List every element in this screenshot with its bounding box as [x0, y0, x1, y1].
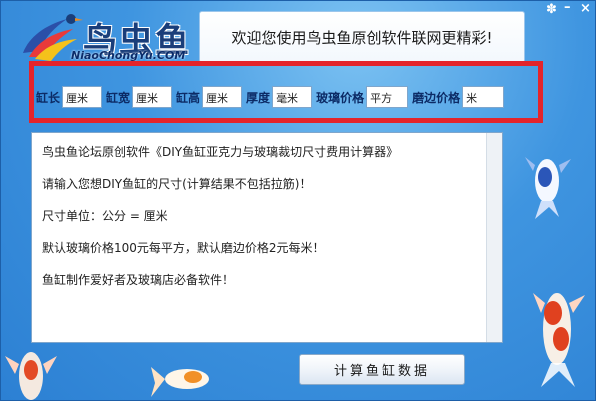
calculate-button[interactable]: 计算鱼缸数据 — [299, 354, 465, 385]
close-icon[interactable]: × — [580, 1, 591, 16]
blue-koi-fish-image — [525, 157, 571, 219]
edging-price-input[interactable]: 米 — [462, 86, 505, 108]
thickness-input[interactable]: 毫米 — [272, 86, 313, 108]
tank-width-input[interactable]: 厘米 — [132, 86, 173, 108]
glass-price-label: 玻璃价格 — [316, 90, 365, 105]
red-koi-fish-image — [533, 293, 585, 387]
info-line: 鸟虫鱼论坛原创软件《DIY鱼缸亚克力与玻璃裁切尺寸费用计算器》 — [42, 145, 399, 159]
tank-length-label: 缸长 — [36, 90, 61, 105]
scrollbar[interactable] — [486, 133, 502, 342]
thickness-label: 厚度 — [246, 90, 271, 105]
welcome-banner: 欢迎您使用鸟虫鱼原创软件联网更精彩! — [199, 11, 525, 63]
app-logo: 鸟虫鱼 NiaoChongYu.COM — [15, 7, 195, 65]
tank-height-input[interactable]: 厘米 — [202, 86, 243, 108]
minimize-icon[interactable]: – — [564, 0, 571, 15]
dimension-input-bar: 缸长 厘米 缸宽 厘米 缸高 厘米 厚度 毫米 玻璃价格 平方 磨边价格 米 — [29, 61, 543, 123]
tank-height-label: 缸高 — [176, 90, 201, 105]
info-textarea[interactable]: 鸟虫鱼论坛原创软件《DIY鱼缸亚克力与玻璃裁切尺寸费用计算器》 请输入您想DIY… — [31, 132, 503, 343]
info-line: 默认玻璃价格100元每平方，默认磨边价格2元每米！ — [42, 241, 325, 255]
orange-koi-fish-image — [151, 367, 209, 397]
red-koi-fish-image — [5, 352, 57, 400]
edging-price-label: 磨边价格 — [412, 90, 461, 105]
app-window: 鸟虫鱼 NiaoChongYu.COM 欢迎您使用鸟虫鱼原创软件联网更精彩! ✽… — [0, 0, 596, 401]
info-line: 尺寸单位：公分 = 厘米 — [42, 209, 168, 223]
tank-width-label: 缸宽 — [106, 90, 131, 105]
info-line: 鱼缸制作爱好者及玻璃店必备软件！ — [42, 273, 235, 287]
glass-price-input[interactable]: 平方 — [366, 86, 409, 108]
info-line: 请输入您想DIY鱼缸的尺寸(计算结果不包括拉筋)！ — [42, 177, 312, 191]
tank-length-input[interactable]: 厘米 — [62, 86, 103, 108]
gear-icon[interactable]: ✽ — [546, 2, 557, 17]
